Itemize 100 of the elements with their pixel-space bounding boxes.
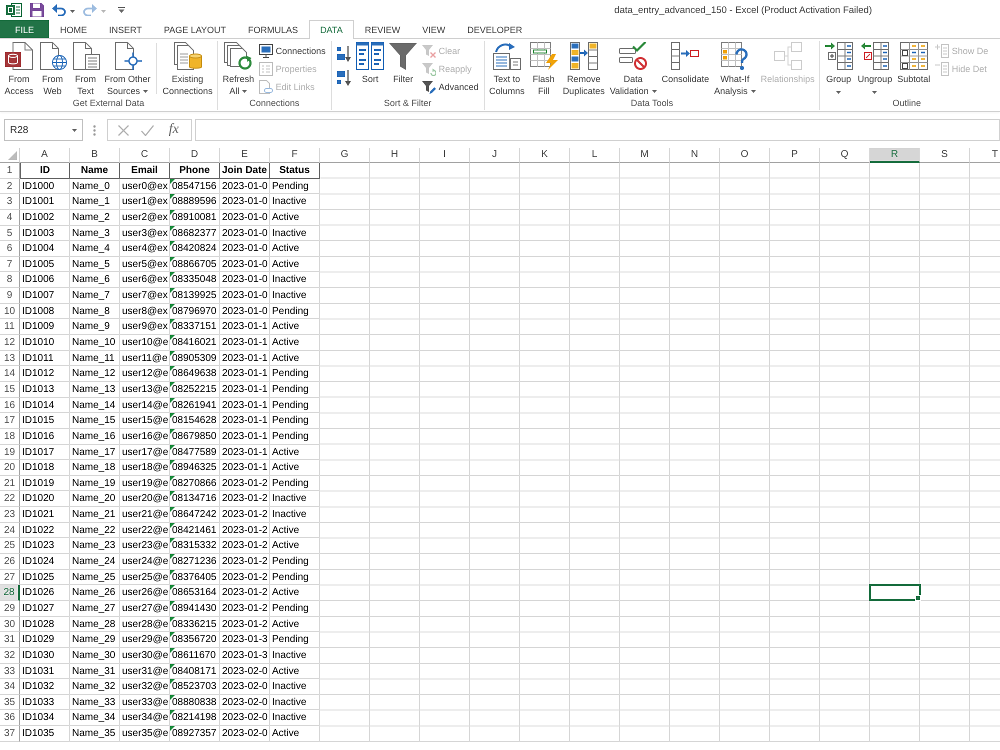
text-to-columns-icon — [492, 42, 521, 70]
column-header[interactable]: L — [570, 148, 620, 163]
ribbon-tab[interactable]: DATA — [309, 20, 354, 39]
ribbon-button[interactable]: Ungroup — [855, 41, 895, 97]
insert-function-button[interactable]: fx — [166, 122, 181, 138]
ribbon-button[interactable]: What-If Analysis — [712, 41, 758, 97]
row-header[interactable]: 16 — [0, 398, 20, 414]
column-header[interactable]: T — [970, 148, 1000, 163]
row-header[interactable]: 18 — [0, 428, 20, 445]
table-cell: Active — [270, 522, 320, 538]
ribbon-button[interactable]: Text to Columns — [486, 41, 528, 97]
ribbon-tab[interactable]: FORMULAS — [237, 20, 310, 39]
ribbon-tab[interactable]: HOME — [49, 20, 98, 39]
undo-icon[interactable] — [52, 4, 66, 16]
file-tab[interactable]: FILE — [0, 20, 50, 38]
row-header[interactable]: 5 — [0, 226, 20, 242]
ribbon-button[interactable]: Flash Fill — [527, 41, 560, 97]
table-cell: user25@e — [120, 570, 170, 586]
ribbon-tab[interactable]: DEVELOPER — [456, 20, 534, 39]
ribbon-button[interactable]: Existing Connections — [160, 41, 216, 97]
caret-icon[interactable] — [72, 128, 77, 132]
consolidate-icon — [671, 42, 700, 70]
table-cell: Name_17 — [70, 444, 120, 460]
drag-handle-icon — [93, 124, 96, 136]
column-header[interactable]: M — [620, 148, 670, 163]
ribbon-button[interactable]: Data Validation — [607, 41, 660, 97]
column-header[interactable]: G — [320, 148, 370, 163]
ribbon-button[interactable]: Remove Duplicates — [560, 41, 608, 97]
ribbon-tab[interactable]: INSERT — [98, 20, 153, 39]
column-header[interactable]: I — [420, 148, 470, 163]
globe-document-icon — [38, 42, 67, 70]
formula-input[interactable] — [195, 119, 1000, 141]
ribbon-tab[interactable]: PAGE LAYOUT — [152, 20, 238, 39]
row-header[interactable]: 22 — [0, 491, 20, 508]
sort-ascending-icon[interactable] — [336, 46, 351, 62]
customize-caret-icon[interactable] — [118, 7, 125, 13]
name-box[interactable]: R28 — [4, 119, 83, 141]
table-cell: 2023-01-1 — [220, 398, 270, 414]
table-cell: user16@e — [120, 428, 170, 445]
table-cell: Name_34 — [70, 710, 120, 726]
ribbon-button[interactable]: Group — [822, 41, 856, 97]
row-header[interactable]: 33 — [0, 664, 20, 680]
sort-icon — [356, 42, 384, 70]
connections-icon — [258, 44, 273, 58]
row-header[interactable]: 34 — [0, 679, 20, 695]
row-header[interactable]: 2 — [0, 178, 20, 194]
table-cell: ID1034 — [20, 710, 70, 726]
table-cell: Active — [270, 444, 320, 460]
sort-descending-icon[interactable] — [336, 70, 351, 86]
document-connector-icon — [114, 42, 142, 70]
row-header[interactable]: 15 — [0, 382, 20, 398]
ribbon-tab[interactable]: VIEW — [411, 20, 456, 39]
ribbon-button[interactable]: Consolidate — [659, 41, 712, 85]
caret-icon[interactable] — [70, 10, 75, 12]
ribbon-button[interactable]: From Web — [36, 41, 70, 97]
table-cell: user31@e — [120, 664, 170, 680]
row-header[interactable]: 20 — [0, 460, 20, 476]
column-header[interactable]: K — [520, 148, 570, 163]
table-cell: Active — [270, 664, 320, 680]
row-header[interactable]: 28 — [0, 585, 20, 601]
row-header[interactable]: 35 — [0, 694, 20, 710]
row-header[interactable]: 31 — [0, 632, 20, 648]
row-header[interactable]: 30 — [0, 616, 20, 632]
flash-fill-icon — [530, 42, 558, 70]
table-cell: 08547156 — [170, 178, 220, 194]
row-header[interactable]: 23 — [0, 507, 20, 523]
column-header[interactable]: R — [870, 148, 920, 163]
ribbon-tab[interactable]: REVIEW — [354, 20, 412, 39]
ribbon-button[interactable]: Connections — [256, 42, 329, 60]
ribbon-button[interactable]: Subtotal — [894, 41, 933, 85]
ribbon-button[interactable]: From Text — [69, 41, 102, 97]
row-header[interactable]: 1 — [0, 163, 20, 179]
column-header[interactable]: N — [670, 148, 720, 163]
ribbon-button[interactable]: Filter — [386, 41, 420, 85]
row-header[interactable]: 4 — [0, 210, 20, 226]
database-file-icon — [5, 42, 33, 70]
active-cell[interactable] — [869, 584, 921, 601]
column-header[interactable]: J — [470, 148, 520, 163]
column-header[interactable]: P — [770, 148, 820, 163]
ribbon-button[interactable]: From Other Sources — [102, 41, 154, 97]
column-header[interactable]: H — [370, 148, 420, 163]
ribbon-button[interactable]: Refresh All — [220, 41, 257, 97]
save-icon[interactable] — [30, 3, 44, 17]
row-header[interactable]: 13 — [0, 350, 20, 366]
row-header[interactable]: 19 — [0, 444, 20, 460]
row-header[interactable]: 27 — [0, 570, 20, 586]
row-header[interactable]: 21 — [0, 476, 20, 492]
table-cell: Name_20 — [70, 491, 120, 508]
row-header[interactable]: 7 — [0, 256, 20, 272]
row-header[interactable]: 37 — [0, 726, 20, 742]
table-cell: Name_0 — [70, 178, 120, 194]
row-header[interactable]: 24 — [0, 522, 20, 538]
ribbon-button[interactable]: Advanced — [420, 78, 482, 96]
ribbon-button[interactable]: From Access — [2, 41, 36, 97]
ribbon-button[interactable]: Sort — [354, 41, 387, 85]
column-header[interactable]: O — [720, 148, 770, 163]
column-header[interactable]: S — [920, 148, 970, 163]
row-header[interactable]: 36 — [0, 710, 20, 726]
table-cell: Name_14 — [70, 398, 120, 414]
row-header[interactable]: 10 — [0, 304, 20, 320]
